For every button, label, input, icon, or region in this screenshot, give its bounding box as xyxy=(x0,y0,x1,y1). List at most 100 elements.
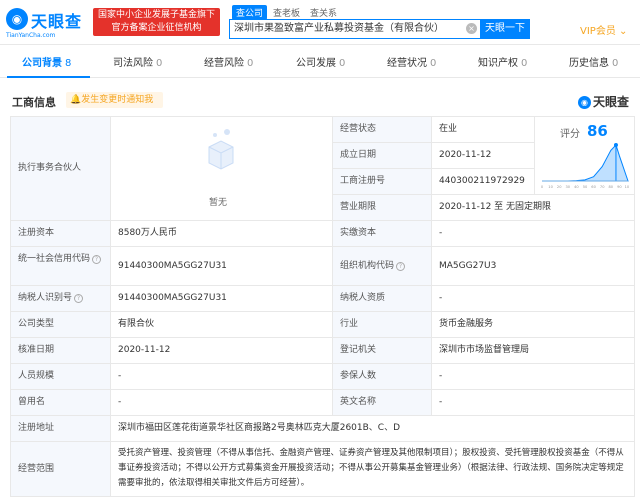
term-value: 2020-11-12 至 无固定期限 xyxy=(431,194,635,221)
active-tab-indicator xyxy=(7,76,90,78)
help-icon[interactable]: ? xyxy=(396,262,406,271)
tab-bar: 公司背景 8 司法风险 0 经营风险 0 公司发展 0 经营状况 0 知识产权 0 历史信息… xyxy=(0,50,640,78)
empty-box-icon xyxy=(208,129,234,170)
x-tick-label: 70 xyxy=(600,185,605,189)
address-label: 注册地址 xyxy=(10,415,111,442)
authority-label: 登记机关 xyxy=(332,337,432,364)
score-card[interactable]: 评分 86 0102030405060708090100 xyxy=(534,116,635,195)
empty-text: 暂无 xyxy=(209,198,228,208)
scope-value: 受托资产管理、投资管理（不得从事信托、金融资产管理、证券资产管理及其他限制项目）… xyxy=(110,441,635,497)
credit-code-label: 统一社会信用代码? xyxy=(10,246,111,286)
clear-icon[interactable]: × xyxy=(466,23,477,34)
vip-label: VIP会员 xyxy=(580,26,616,37)
founded-value: 2020-11-12 xyxy=(431,142,535,169)
en-name-label: 英文名称 xyxy=(332,389,432,416)
tab-label: 经营风险 xyxy=(204,58,244,69)
bell-icon: 🔔 xyxy=(70,95,82,105)
x-tick-label: 80 xyxy=(609,185,614,189)
status-label: 经营状态 xyxy=(332,116,432,143)
search-input[interactable]: 深圳市果盈致富产业私募投资基金（有限合伙） xyxy=(229,19,480,39)
tab-label: 知识产权 xyxy=(478,58,518,69)
approval-label: 核准日期 xyxy=(10,337,111,364)
x-tick-label: 0 xyxy=(541,185,544,189)
paid-capital-value: - xyxy=(431,220,635,247)
section-title: 工商信息 xyxy=(12,96,56,109)
x-tick-label: 90 xyxy=(617,185,622,189)
score-value: 86 xyxy=(587,122,608,140)
x-tick-label: 100 xyxy=(625,185,629,189)
reg-capital-label: 注册资本 xyxy=(10,220,111,247)
status-value: 在业 xyxy=(431,116,535,143)
authority-value: 深圳市市场监督管理局 xyxy=(431,337,635,364)
tab-label: 公司发展 xyxy=(296,58,336,69)
term-label: 营业期限 xyxy=(332,194,432,221)
tab-history[interactable]: 历史信息 0 xyxy=(569,50,618,78)
x-tick-label: 10 xyxy=(548,185,553,189)
industry-label: 行业 xyxy=(332,311,432,338)
vip-menu[interactable]: VIP会员 ⌄ xyxy=(580,22,627,37)
scope-label: 经营范围 xyxy=(10,441,111,497)
logo-eye-icon: ◉ xyxy=(6,8,28,30)
tab-intellectual-property[interactable]: 知识产权 0 xyxy=(478,50,527,78)
brand-mark: ◉ 天眼查 xyxy=(578,93,629,110)
brand-eye-icon: ◉ xyxy=(578,96,591,109)
taxpayer-qual-label: 纳税人资质 xyxy=(332,285,432,312)
staff-value: - xyxy=(110,363,333,390)
partner-value: 暂无 xyxy=(110,116,333,221)
tab-count: 0 xyxy=(156,58,163,69)
org-code-label-text: 组织机构代码 xyxy=(340,261,395,271)
taxpayer-qual-value: - xyxy=(431,285,635,312)
insured-value: - xyxy=(431,363,635,390)
tab-operating-status[interactable]: 经营状况 0 xyxy=(387,50,436,78)
change-notify-button[interactable]: 🔔发生变更时通知我 xyxy=(66,92,163,108)
tab-count: 0 xyxy=(247,58,254,69)
tab-count: 0 xyxy=(339,58,346,69)
credit-code-label-text: 统一社会信用代码 xyxy=(18,254,91,264)
search-button[interactable]: 天眼一下 xyxy=(480,19,530,39)
x-tick-label: 40 xyxy=(574,185,579,189)
address-value: 深圳市福田区莲花街道景华社区商报路2号奥林匹克大厦2601B、C、D xyxy=(110,415,635,442)
search-tab-company[interactable]: 查公司 xyxy=(232,5,268,20)
former-name-value: - xyxy=(110,389,333,416)
tab-operating-risk[interactable]: 经营风险 0 xyxy=(204,50,253,78)
company-type-value: 有限合伙 xyxy=(110,311,333,338)
taxpayer-id-value: 91440300MA5GG27U31 xyxy=(110,285,333,312)
insured-label: 参保人数 xyxy=(332,363,432,390)
tab-company-development[interactable]: 公司发展 0 xyxy=(296,50,345,78)
x-tick-label: 60 xyxy=(591,185,596,189)
tab-count: 0 xyxy=(430,58,437,69)
score-label: 评分 xyxy=(560,129,580,140)
company-type-label: 公司类型 xyxy=(10,311,111,338)
former-name-label: 曾用名 xyxy=(10,389,111,416)
search-tab-boss[interactable]: 查老板 xyxy=(273,6,300,19)
distribution-area xyxy=(542,144,629,182)
tab-label: 司法风险 xyxy=(113,58,153,69)
top-header: ◉ 天眼查 TianYanCha.com 国家中小企业发展子基金旗下 官方备案企… xyxy=(0,0,640,45)
tab-count: 8 xyxy=(65,58,72,69)
x-tick-label: 20 xyxy=(557,185,562,189)
tab-count: 0 xyxy=(612,58,619,69)
org-code-label: 组织机构代码? xyxy=(332,246,432,286)
gov-badge-line1: 国家中小企业发展子基金旗下 xyxy=(97,10,215,20)
staff-label: 人员规模 xyxy=(10,363,111,390)
logo[interactable]: ◉ 天眼查 TianYanCha.com xyxy=(6,6,90,40)
regno-value: 440300211972929 xyxy=(431,168,535,195)
logo-text: 天眼查 xyxy=(31,12,83,31)
score-distribution-chart: 0102030405060708090100 xyxy=(541,143,629,189)
gov-badge: 国家中小企业发展子基金旗下 官方备案企业征信机构 xyxy=(93,8,220,36)
help-icon[interactable]: ? xyxy=(74,294,84,303)
help-icon[interactable]: ? xyxy=(92,255,102,264)
tab-label: 经营状况 xyxy=(387,58,427,69)
chevron-down-icon: ⌄ xyxy=(619,26,628,37)
partner-label: 执行事务合伙人 xyxy=(10,116,111,221)
tab-company-background[interactable]: 公司背景 8 xyxy=(22,50,71,78)
tab-count: 0 xyxy=(521,58,528,69)
x-tick-label: 50 xyxy=(583,185,588,189)
reg-capital-value: 8580万人民币 xyxy=(110,220,333,247)
search-tab-relation[interactable]: 查关系 xyxy=(310,6,337,19)
regno-label: 工商注册号 xyxy=(332,168,432,195)
logo-subtitle: TianYanCha.com xyxy=(6,32,56,39)
taxpayer-id-label-text: 纳税人识别号 xyxy=(18,293,73,303)
x-tick-label: 30 xyxy=(566,185,571,189)
tab-judicial-risk[interactable]: 司法风险 0 xyxy=(113,50,162,78)
